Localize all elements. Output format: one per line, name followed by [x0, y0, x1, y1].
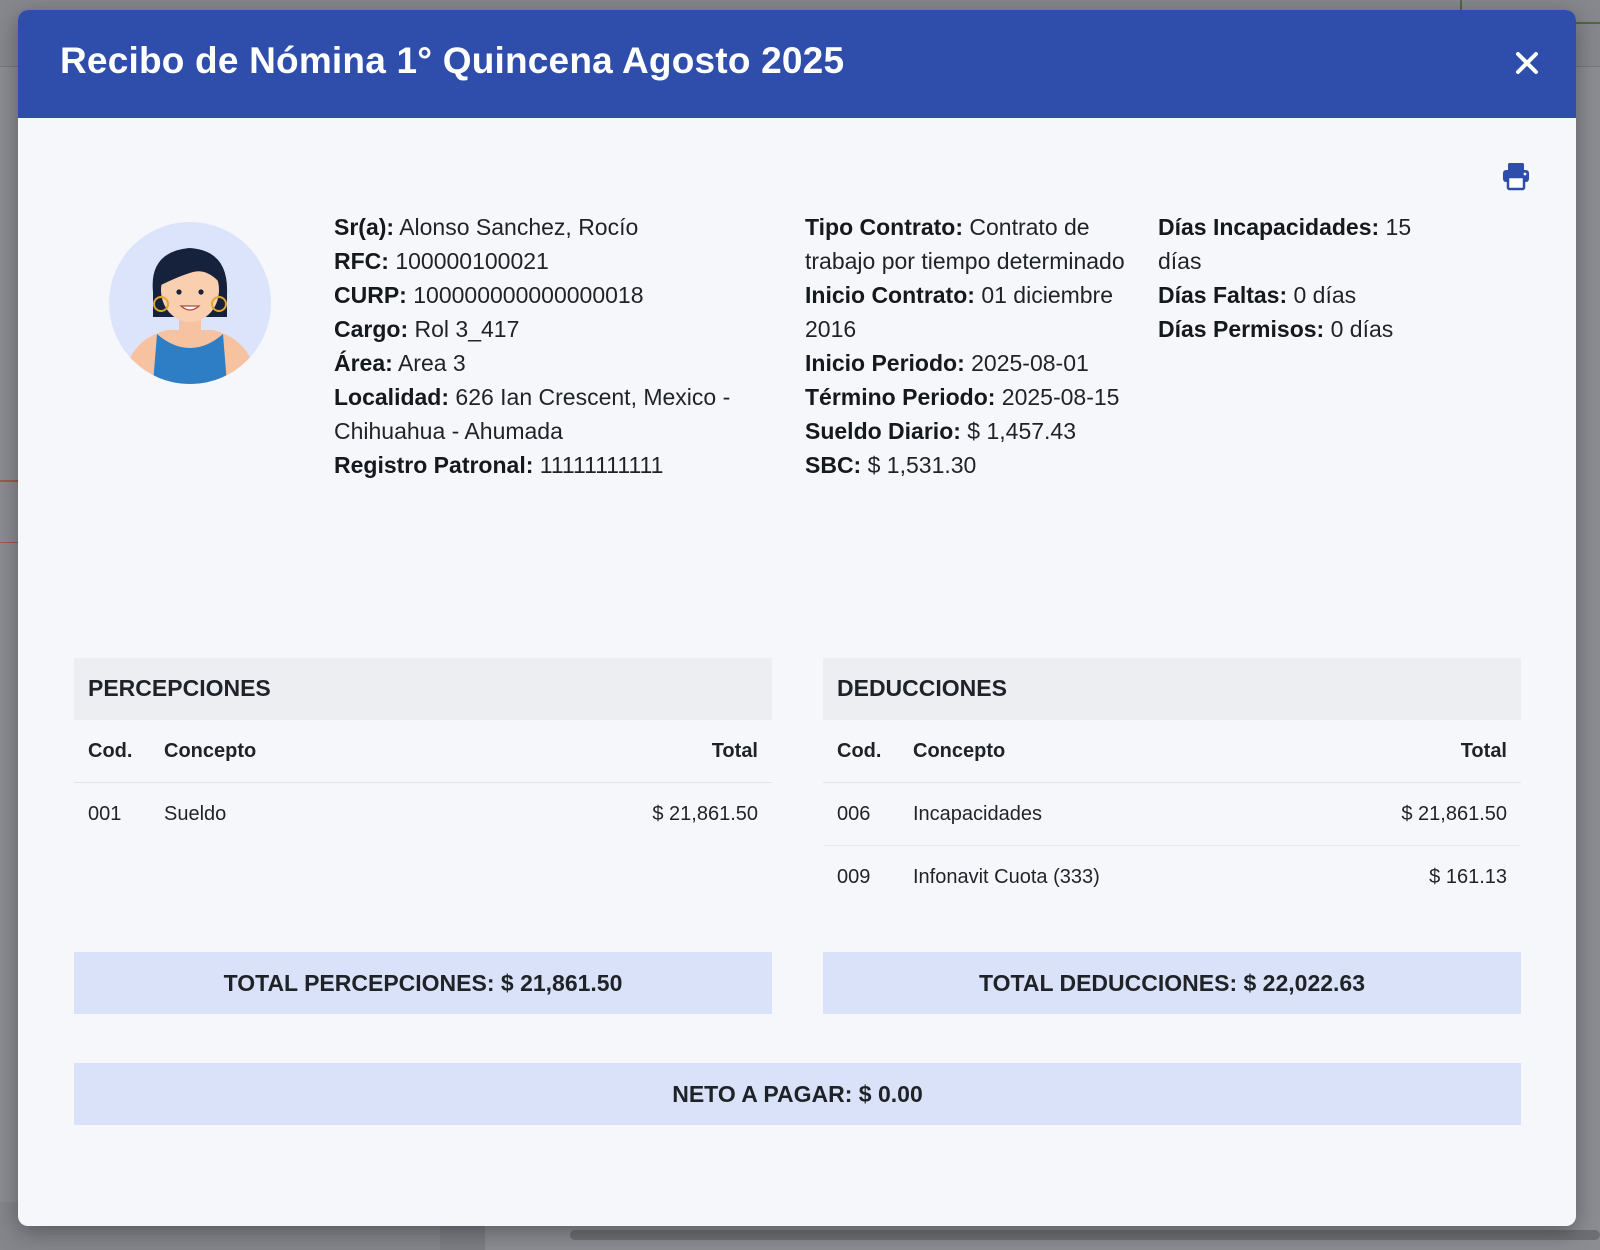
row-concepto: Incapacidades — [913, 802, 1042, 825]
row-cod: 001 — [88, 802, 122, 825]
dias-permisos-row: Días Permisos: 0 días — [1158, 312, 1458, 346]
row-concepto: Infonavit Cuota (333) — [913, 865, 1100, 888]
row-total: $ 21,861.50 — [1401, 802, 1507, 825]
inicio-contrato-label: Inicio Contrato: — [805, 282, 975, 308]
deducciones-table: DEDUCCIONES Cod. Concepto Total 006 Inca… — [823, 658, 1521, 908]
table-row: 001 Sueldo $ 21,861.50 — [74, 783, 772, 845]
dias-permisos-value: 0 días — [1330, 316, 1394, 342]
curp-row: CURP: 100000000000000018 — [334, 278, 784, 312]
table-header: Cod. Concepto Total — [823, 720, 1521, 783]
rfc-value: 100000100021 — [395, 248, 549, 274]
payroll-receipt-modal: Recibo de Nómina 1° Quincena Agosto 2025 — [18, 10, 1576, 1226]
tipo-contrato-label: Tipo Contrato: — [805, 214, 963, 240]
row-total: $ 21,861.50 — [652, 802, 758, 825]
column-header-cod: Cod. — [88, 739, 133, 762]
employee-name: Alonso Sanchez, Rocío — [399, 214, 639, 240]
modal-title: Recibo de Nómina 1° Quincena Agosto 2025 — [60, 40, 845, 81]
printer-icon — [1503, 163, 1529, 191]
area-value: Area 3 — [397, 350, 466, 376]
localidad-row: Localidad: 626 Ian Crescent, Mexico - Ch… — [334, 380, 784, 448]
area-row: Área: Area 3 — [334, 346, 784, 380]
column-header-total: Total — [1460, 739, 1507, 762]
table-header: Cod. Concepto Total — [74, 720, 772, 783]
termino-periodo-row: Término Periodo: 2025-08-15 — [805, 380, 1135, 414]
curp-value: 100000000000000018 — [413, 282, 644, 308]
localidad-label: Localidad: — [334, 384, 450, 410]
employee-name-row: Sr(a): Alonso Sanchez, Rocío — [334, 210, 784, 244]
employee-info: Sr(a): Alonso Sanchez, Rocío RFC: 100000… — [334, 210, 784, 482]
dias-incapacidades-label: Días Incapacidades: — [1158, 214, 1380, 240]
sueldo-diario-label: Sueldo Diario: — [805, 418, 961, 444]
avatar-illustration — [109, 222, 271, 384]
deducciones-title: DEDUCCIONES — [823, 658, 1521, 720]
registro-patronal-label: Registro Patronal: — [334, 452, 534, 478]
close-icon — [1516, 52, 1538, 74]
sbc-label: SBC: — [805, 452, 862, 478]
contract-info: Tipo Contrato: Contrato de trabajo por t… — [805, 210, 1135, 482]
table-row: 006 Incapacidades $ 21,861.50 — [823, 783, 1521, 846]
dias-faltas-value: 0 días — [1293, 282, 1357, 308]
rfc-label: RFC: — [334, 248, 389, 274]
table-row: 009 Infonavit Cuota (333) $ 161.13 — [823, 846, 1521, 908]
cargo-row: Cargo: Rol 3_417 — [334, 312, 784, 346]
background-left-row — [0, 480, 18, 543]
total-deducciones: TOTAL DEDUCCIONES: $ 22,022.63 — [823, 952, 1521, 1014]
row-cod: 009 — [837, 865, 871, 888]
curp-label: CURP: — [334, 282, 407, 308]
background-scrollbar[interactable] — [570, 1230, 1600, 1240]
row-concepto: Sueldo — [164, 802, 227, 825]
close-button[interactable] — [1508, 44, 1546, 82]
termino-periodo-value: 2025-08-15 — [1001, 384, 1120, 410]
column-header-total: Total — [711, 739, 758, 762]
rfc-row: RFC: 100000100021 — [334, 244, 784, 278]
print-button[interactable] — [1500, 160, 1532, 192]
row-total: $ 161.13 — [1429, 865, 1507, 888]
dias-faltas-label: Días Faltas: — [1158, 282, 1288, 308]
registro-patronal-value: 11111111111 — [539, 452, 664, 478]
employee-name-label: Sr(a): — [334, 214, 395, 240]
attendance-info: Días Incapacidades: 15 días Días Faltas:… — [1158, 210, 1458, 346]
dias-permisos-label: Días Permisos: — [1158, 316, 1325, 342]
row-cod: 006 — [837, 802, 871, 825]
area-label: Área: — [334, 350, 393, 376]
cargo-value: Rol 3_417 — [414, 316, 520, 342]
cargo-label: Cargo: — [334, 316, 409, 342]
percepciones-title: PERCEPCIONES — [74, 658, 772, 720]
dias-faltas-row: Días Faltas: 0 días — [1158, 278, 1458, 312]
avatar — [109, 222, 271, 384]
termino-periodo-label: Término Periodo: — [805, 384, 996, 410]
modal-header: Recibo de Nómina 1° Quincena Agosto 2025 — [18, 10, 1576, 118]
dias-incapacidades-row: Días Incapacidades: 15 días — [1158, 210, 1458, 278]
inicio-contrato-row: Inicio Contrato: 01 diciembre 2016 — [805, 278, 1135, 346]
sueldo-diario-value: $ 1,457.43 — [967, 418, 1077, 444]
sueldo-diario-row: Sueldo Diario: $ 1,457.43 — [805, 414, 1135, 448]
percepciones-table: PERCEPCIONES Cod. Concepto Total 001 Sue… — [74, 658, 772, 845]
inicio-periodo-label: Inicio Periodo: — [805, 350, 965, 376]
column-header-cod: Cod. — [837, 739, 882, 762]
total-percepciones: TOTAL PERCEPCIONES: $ 21,861.50 — [74, 952, 772, 1014]
sbc-value: $ 1,531.30 — [867, 452, 977, 478]
registro-patronal-row: Registro Patronal: 11111111111 — [334, 448, 784, 482]
column-header-concepto: Concepto — [164, 739, 257, 762]
inicio-periodo-value: 2025-08-01 — [971, 350, 1089, 376]
column-header-concepto: Concepto — [913, 739, 1006, 762]
neto-a-pagar: NETO A PAGAR: $ 0.00 — [74, 1063, 1521, 1125]
tipo-contrato-row: Tipo Contrato: Contrato de trabajo por t… — [805, 210, 1135, 278]
inicio-periodo-row: Inicio Periodo: 2025-08-01 — [805, 346, 1135, 380]
sbc-row: SBC: $ 1,531.30 — [805, 448, 1135, 482]
